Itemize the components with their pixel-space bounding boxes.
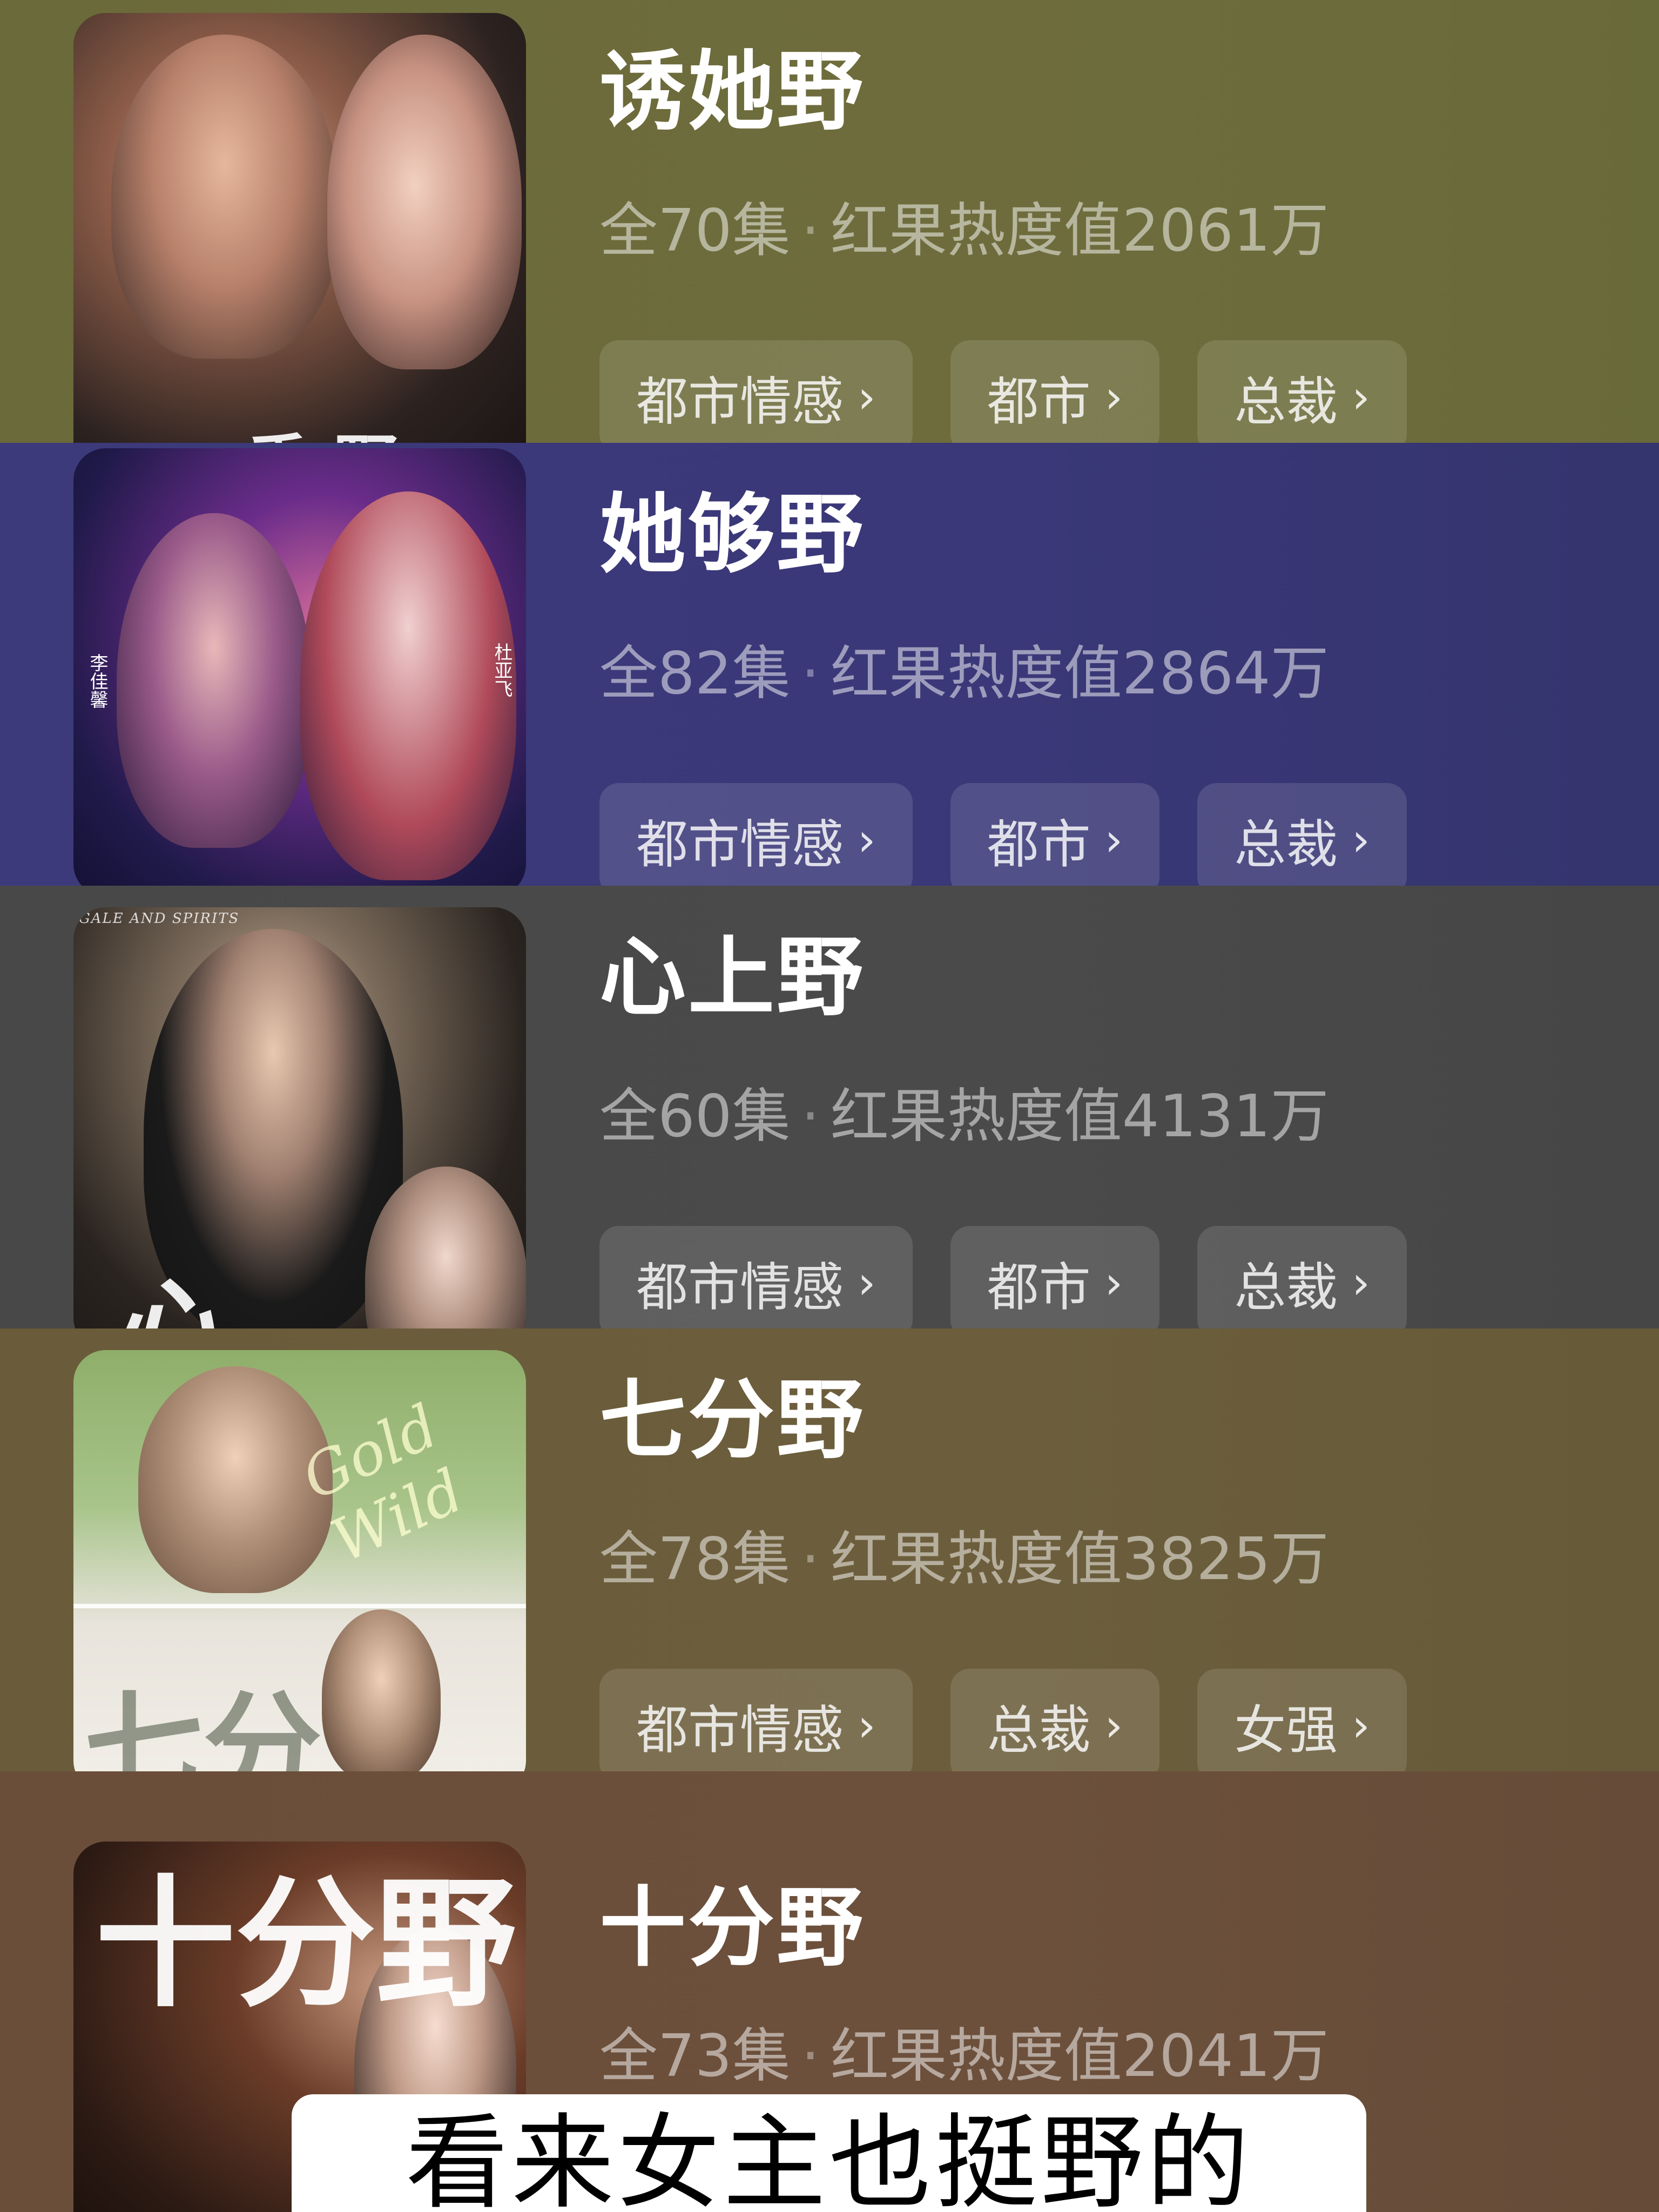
episode-count: 全78集	[599, 1526, 791, 1593]
tag-label: 总裁	[987, 1700, 1091, 1761]
poster-script-art: Gold Wild	[292, 1391, 474, 1576]
episode-count: 全70集	[599, 197, 791, 265]
tag-chip[interactable]: 女强 ›	[1197, 1669, 1407, 1771]
poster-figure-female	[327, 35, 522, 369]
poster-title-art: 心	[106, 1242, 214, 1328]
poster-figure-male	[111, 35, 338, 359]
poster-title-art: 秀 野	[246, 413, 399, 443]
tag-chip[interactable]: 都市 ›	[950, 1226, 1160, 1328]
tag-chip[interactable]: 都市情感 ›	[599, 1669, 913, 1771]
heat-value: 红果热度值2864万	[830, 640, 1329, 707]
drama-card[interactable]: 秀 野 诱她野 全70集·红果热度值2061万 都市情感› 都市› 总裁›	[0, 0, 1659, 443]
episode-count: 全60集	[599, 1083, 791, 1150]
tag-chip[interactable]: 总裁 ›	[1197, 340, 1407, 443]
chevron-right-icon: ›	[1104, 1256, 1123, 1309]
drama-poster[interactable]: Gold Wild 七分	[73, 1350, 526, 1771]
drama-card[interactable]: 李佳馨 杜亚飞 她够野 全82集 · 红果热度值2864万 都市情感 › 都市 › 总裁…	[0, 443, 1659, 886]
chevron-right-icon: ›	[1104, 370, 1123, 423]
drama-meta: 全82集 · 红果热度值2864万	[599, 626, 1329, 711]
drama-poster[interactable]: 李佳馨 杜亚飞	[73, 448, 526, 886]
tag-chip[interactable]: 总裁 ›	[1197, 783, 1407, 886]
poster-figure-couple	[322, 1609, 441, 1771]
tag-chip[interactable]: 都市情感 ›	[599, 1226, 913, 1328]
poster-figure-male	[138, 1366, 333, 1593]
poster-title-art: 十分野	[95, 1862, 516, 2026]
meta-separator: ·	[801, 1526, 820, 1593]
chevron-right-icon: ›	[858, 1699, 876, 1752]
drama-title[interactable]: 诱她野	[599, 22, 865, 147]
meta-separator: ·	[801, 640, 820, 707]
drama-meta: 全78集 · 红果热度值3825万	[599, 1512, 1329, 1596]
tag-label: 都市情感	[636, 1257, 844, 1318]
tag-chip[interactable]: 总裁 ›	[1197, 1226, 1407, 1328]
chevron-right-icon: ›	[1352, 370, 1370, 423]
drama-meta: 全60集 · 红果热度值4131万	[599, 1069, 1329, 1154]
chevron-right-icon: ›	[1352, 1256, 1370, 1309]
drama-title[interactable]: 她够野	[599, 464, 865, 590]
tag-label: 总裁	[1234, 1257, 1338, 1318]
tag-list: 都市情感 › 都市 › 总裁 ›	[599, 783, 1407, 886]
tag-label: 都市	[987, 1257, 1091, 1318]
tag-chip[interactable]: 都市 ›	[950, 340, 1160, 443]
meta-separator: ·	[801, 197, 820, 265]
episode-count: 全82集	[599, 640, 791, 707]
chevron-right-icon: ›	[1352, 1699, 1370, 1752]
drama-poster[interactable]: GALE AND SPIRITS 心	[73, 907, 526, 1328]
tag-label: 总裁	[1234, 371, 1338, 432]
chevron-right-icon: ›	[1352, 813, 1370, 866]
drama-card[interactable]: Gold Wild 七分 七分野 全78集 · 红果热度值3825万 都市情感 › 总…	[0, 1328, 1659, 1771]
tag-chip[interactable]: 都市 ›	[950, 783, 1160, 886]
tag-label: 都市	[987, 814, 1091, 875]
drama-list-page: 秀 野 诱她野 全70集·红果热度值2061万 都市情感› 都市› 总裁› 李佳…	[0, 0, 1659, 2212]
tag-label: 都市情感	[636, 814, 844, 875]
video-subtitle: 看来女主也挺野的	[292, 2094, 1366, 2212]
tag-chip[interactable]: 总裁 ›	[950, 1669, 1160, 1771]
chevron-right-icon: ›	[1104, 813, 1123, 866]
chevron-right-icon: ›	[858, 813, 876, 866]
tag-label: 都市情感	[636, 1700, 844, 1761]
heat-value: 红果热度值3825万	[830, 1526, 1329, 1593]
drama-poster[interactable]: 秀 野	[73, 13, 526, 443]
poster-figure-male	[300, 491, 516, 880]
tag-list: 都市情感 › 都市 › 总裁 ›	[599, 340, 1407, 443]
chevron-right-icon: ›	[858, 370, 876, 423]
poster-cast-name: 李佳馨	[86, 653, 108, 709]
poster-title-art: 七分	[84, 1678, 322, 1771]
drama-meta: 全70集 · 红果热度值2061万	[599, 184, 1329, 268]
poster-tagline: GALE AND SPIRITS	[79, 911, 240, 927]
tag-label: 都市情感	[636, 371, 844, 432]
heat-value: 红果热度值2061万	[830, 197, 1329, 265]
tag-label: 都市	[987, 371, 1091, 432]
drama-title[interactable]: 十分野	[599, 1858, 865, 1983]
tag-list: 都市情感 › 总裁 › 女强 ›	[599, 1669, 1407, 1771]
tag-list: 都市情感 › 都市 › 总裁 ›	[599, 1226, 1407, 1328]
poster-divider	[73, 1604, 526, 1608]
drama-title[interactable]: 七分野	[599, 1350, 865, 1475]
drama-card[interactable]: GALE AND SPIRITS 心 心上野 全60集·红果热度值4131万 都…	[0, 886, 1659, 1328]
chevron-right-icon: ›	[858, 1256, 876, 1309]
tag-chip[interactable]: 都市情感 ›	[599, 783, 913, 886]
tag-label: 总裁	[1234, 814, 1338, 875]
drama-title[interactable]: 心上野	[599, 907, 865, 1033]
chevron-right-icon: ›	[1104, 1699, 1123, 1752]
heat-value: 红果热度值4131万	[830, 1083, 1329, 1150]
poster-cast-name: 杜亚飞	[491, 643, 512, 698]
meta-separator: ·	[801, 1083, 820, 1150]
tag-label: 女强	[1234, 1700, 1338, 1761]
poster-figure-female	[117, 513, 311, 848]
tag-chip[interactable]: 都市情感 ›	[599, 340, 913, 443]
